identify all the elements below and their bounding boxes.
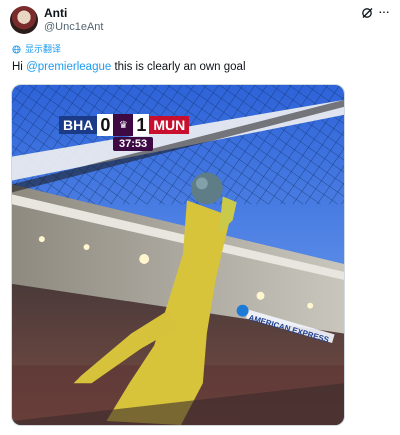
- match-clock: 37:53: [113, 137, 154, 151]
- translate-label[interactable]: 显示翻译: [25, 44, 61, 54]
- tweet-text: Hi @premierleague this is clearly an own…: [12, 60, 246, 75]
- away-team: MUN: [149, 116, 190, 134]
- scoreboard: BHA 0 ♛ 1 MUN: [59, 114, 190, 136]
- author-info[interactable]: Anti @Unc1eAnt: [44, 6, 103, 34]
- tweet-media-image[interactable]: BHA 0 ♛ 1 MUN 37:53 AMERICAN EXPRESS: [11, 84, 345, 426]
- home-team: BHA: [59, 116, 98, 134]
- tweet-text-suffix: this is clearly an own goal: [111, 61, 246, 73]
- tweet-text-prefix: Hi: [12, 61, 27, 73]
- display-name[interactable]: Anti: [44, 6, 103, 20]
- translate-link[interactable]: 显示翻译: [12, 44, 61, 54]
- more-icon[interactable]: ···: [378, 3, 390, 19]
- mention-link[interactable]: @premierleague: [26, 61, 111, 73]
- match-photo: [12, 85, 344, 425]
- premier-league-logo-icon: ♛: [113, 114, 134, 136]
- home-score: 0: [97, 114, 114, 136]
- user-handle[interactable]: @Unc1eAnt: [44, 21, 103, 34]
- away-score: 1: [133, 114, 150, 136]
- avatar[interactable]: [10, 6, 38, 34]
- grok-icon[interactable]: [361, 7, 373, 19]
- globe-icon: [12, 44, 21, 54]
